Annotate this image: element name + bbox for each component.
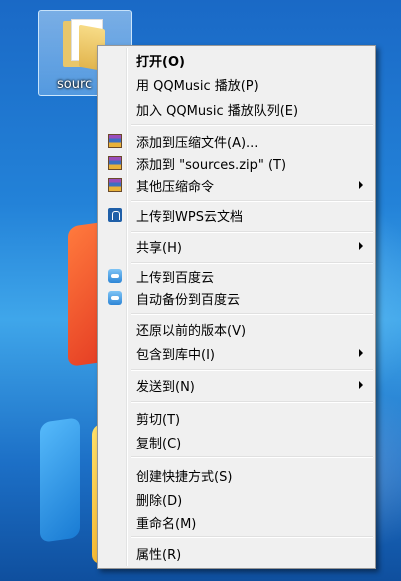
- menu-item-add-to-sources-zip[interactable]: 添加到 "sources.zip" (T): [100, 152, 373, 174]
- winrar-icon: [108, 178, 122, 192]
- menu-item-backup-baidu-cloud[interactable]: 自动备份到百度云: [100, 287, 373, 309]
- menu-item-label: 复制(C): [136, 436, 182, 452]
- menu-item-label: 属性(R): [136, 547, 182, 563]
- menu-item-label: 包含到库中(I): [136, 347, 215, 363]
- menu-item-open[interactable]: 打开(O): [100, 49, 373, 71]
- menu-item-copy[interactable]: 复制(C): [100, 431, 373, 453]
- menu-separator: [131, 200, 373, 202]
- menu-item-delete[interactable]: 删除(D): [100, 488, 373, 510]
- menu-item-label: 上传到百度云: [136, 270, 215, 286]
- menu-item-label: 自动备份到百度云: [136, 292, 241, 308]
- winrar-icon: [108, 134, 122, 148]
- menu-separator: [131, 313, 373, 315]
- menu-separator: [131, 401, 373, 403]
- menu-item-add-to-archive[interactable]: 添加到压缩文件(A)...: [100, 130, 373, 152]
- menu-separator: [131, 262, 373, 264]
- menu-item-label: 剪切(T): [136, 412, 181, 428]
- menu-separator: [131, 124, 373, 126]
- menu-separator: [131, 456, 373, 458]
- wps-cloud-icon: [108, 208, 122, 222]
- menu-item-other-compress-commands[interactable]: 其他压缩命令: [100, 174, 373, 196]
- menu-separator: [131, 536, 373, 538]
- menu-item-share[interactable]: 共享(H): [100, 235, 373, 257]
- menu-item-label: 添加到压缩文件(A)...: [136, 135, 259, 151]
- menu-separator: [131, 231, 373, 233]
- submenu-arrow-icon: [359, 349, 363, 357]
- menu-separator: [131, 369, 373, 371]
- menu-item-upload-wps-cloud[interactable]: 上传到WPS云文档: [100, 204, 373, 226]
- baidu-cloud-icon: [108, 269, 122, 283]
- menu-item-create-shortcut[interactable]: 创建快捷方式(S): [100, 464, 373, 486]
- menu-item-properties[interactable]: 属性(R): [100, 542, 373, 564]
- context-menu: 打开(O) 用 QQMusic 播放(P) 加入 QQMusic 播放队列(E)…: [97, 45, 376, 569]
- menu-item-label: 重命名(M): [136, 516, 197, 532]
- menu-item-add-qqmusic-queue[interactable]: 加入 QQMusic 播放队列(E): [100, 98, 373, 120]
- submenu-arrow-icon: [359, 242, 363, 250]
- menu-item-play-qqmusic[interactable]: 用 QQMusic 播放(P): [100, 73, 373, 95]
- menu-item-rename[interactable]: 重命名(M): [100, 511, 373, 533]
- menu-item-upload-baidu-cloud[interactable]: 上传到百度云: [100, 265, 373, 287]
- menu-item-label: 删除(D): [136, 493, 183, 509]
- menu-item-label: 加入 QQMusic 播放队列(E): [136, 103, 299, 119]
- submenu-arrow-icon: [359, 181, 363, 189]
- menu-item-label: 发送到(N): [136, 379, 195, 395]
- menu-item-label: 还原以前的版本(V): [136, 323, 247, 339]
- menu-item-label: 打开(O): [136, 54, 185, 70]
- menu-item-cut[interactable]: 剪切(T): [100, 407, 373, 429]
- menu-item-label: 创建快捷方式(S): [136, 469, 233, 485]
- windows-logo-blue-pane: [40, 417, 80, 543]
- menu-item-label: 用 QQMusic 播放(P): [136, 78, 259, 94]
- menu-item-label: 上传到WPS云文档: [136, 209, 243, 225]
- menu-item-label: 共享(H): [136, 240, 182, 256]
- menu-item-send-to[interactable]: 发送到(N): [100, 374, 373, 396]
- submenu-arrow-icon: [359, 381, 363, 389]
- baidu-cloud-icon: [108, 291, 122, 305]
- menu-item-restore-previous-versions[interactable]: 还原以前的版本(V): [100, 318, 373, 340]
- folder-label: sourc: [57, 77, 93, 92]
- menu-item-label: 添加到 "sources.zip" (T): [136, 157, 287, 173]
- menu-item-include-in-library[interactable]: 包含到库中(I): [100, 342, 373, 364]
- winrar-icon: [108, 156, 122, 170]
- menu-item-label: 其他压缩命令: [136, 179, 215, 195]
